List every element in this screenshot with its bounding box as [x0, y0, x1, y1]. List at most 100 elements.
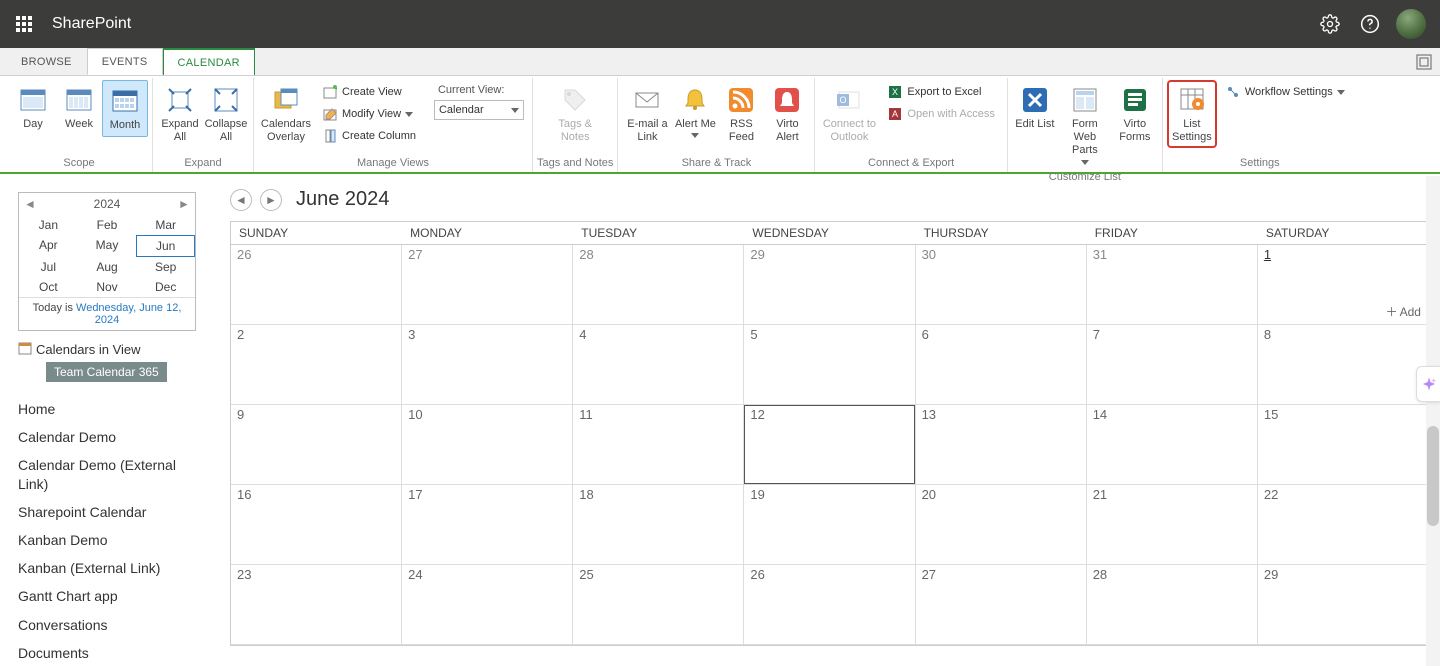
calendar-cell[interactable]: 16	[231, 485, 402, 565]
calendars-overlay-button[interactable]: Calendars Overlay	[258, 80, 314, 148]
virto-alert-button[interactable]: Virto Alert	[764, 80, 810, 148]
create-column-button[interactable]: Create Column	[318, 126, 420, 146]
calendar-cell[interactable]: 7	[1087, 325, 1258, 405]
focus-content-icon[interactable]	[1414, 52, 1434, 72]
ribbon-group-tags-notes: Tags & Notes Tags and Notes	[533, 78, 618, 172]
quick-launch-link[interactable]: Documents	[18, 644, 210, 662]
calendar-cell[interactable]: 19	[744, 485, 915, 565]
calendar-cell[interactable]: 22	[1258, 485, 1429, 565]
user-avatar[interactable]	[1396, 9, 1426, 39]
calendars-in-view-header[interactable]: Calendars in View	[18, 341, 210, 358]
help-icon[interactable]	[1350, 4, 1390, 44]
calendar-cell[interactable]: 2	[231, 325, 402, 405]
calendar-cell[interactable]: 13	[916, 405, 1087, 485]
mini-cal-month[interactable]: Mar	[136, 215, 195, 235]
app-launcher-icon[interactable]	[8, 8, 40, 40]
mini-cal-month[interactable]: Nov	[78, 277, 137, 297]
calendar-overlay-item[interactable]: Team Calendar 365	[46, 362, 167, 382]
calendar-cell[interactable]: 29	[1258, 565, 1429, 645]
vertical-scrollbar[interactable]	[1426, 176, 1440, 666]
create-view-button[interactable]: Create View	[318, 82, 420, 102]
scope-week-button[interactable]: Week	[56, 80, 102, 135]
expand-all-button[interactable]: Expand All	[157, 80, 203, 148]
calendar-cell[interactable]: 15	[1258, 405, 1429, 485]
quick-launch-link[interactable]: Home	[18, 400, 210, 418]
calendar-cell[interactable]: 28	[1087, 565, 1258, 645]
collapse-all-button[interactable]: Collapse All	[203, 80, 249, 148]
rss-feed-button[interactable]: RSS Feed	[718, 80, 764, 148]
mini-cal-month[interactable]: Jun	[136, 235, 195, 257]
add-event-link[interactable]: ＋Add	[1386, 303, 1421, 320]
mini-cal-month[interactable]: Jul	[19, 257, 78, 277]
scrollbar-thumb[interactable]	[1427, 426, 1439, 526]
calendar-cell[interactable]: 21	[1087, 485, 1258, 565]
mini-cal-month[interactable]: Feb	[78, 215, 137, 235]
calendar-cell[interactable]: 20	[916, 485, 1087, 565]
mini-cal-month[interactable]: May	[78, 235, 137, 257]
email-link-button[interactable]: E-mail a Link	[622, 80, 672, 148]
calendar-cell[interactable]: 10	[402, 405, 573, 485]
quick-launch-link[interactable]: Kanban (External Link)	[18, 559, 210, 577]
quick-launch-link[interactable]: Gantt Chart app	[18, 587, 210, 605]
settings-icon[interactable]	[1310, 4, 1350, 44]
tab-calendar[interactable]: CALENDAR	[163, 48, 255, 75]
quick-launch-link[interactable]: Calendar Demo	[18, 428, 210, 446]
tab-browse[interactable]: BROWSE	[6, 48, 87, 75]
ribbon-group-expand: Expand All Collapse All Expand	[153, 78, 254, 172]
alert-me-button[interactable]: Alert Me	[672, 80, 718, 142]
calendar-cell[interactable]: 27	[916, 565, 1087, 645]
quick-launch-link[interactable]: Kanban Demo	[18, 531, 210, 549]
calendar-next-month[interactable]: ►	[260, 189, 282, 211]
form-web-parts-button[interactable]: Form Web Parts	[1058, 80, 1112, 169]
calendar-cell[interactable]: 11	[573, 405, 744, 485]
current-view-select[interactable]: Calendar	[434, 100, 524, 120]
workflow-settings-button[interactable]: Workflow Settings	[1221, 82, 1349, 102]
calendar-cell[interactable]: 12	[744, 405, 915, 485]
calendar-cell[interactable]: 29	[744, 245, 915, 325]
quick-launch-link[interactable]: Sharepoint Calendar	[18, 503, 210, 521]
calendar-cell[interactable]: 4	[573, 325, 744, 405]
mini-cal-month[interactable]: Sep	[136, 257, 195, 277]
copilot-badge[interactable]	[1416, 366, 1440, 402]
calendar-cell[interactable]: 24	[402, 565, 573, 645]
calendar-cell[interactable]: 6	[916, 325, 1087, 405]
ribbon: Day Week Month Scope Expand All Collapse…	[0, 76, 1440, 174]
modify-view-button[interactable]: Modify View	[318, 104, 420, 124]
scope-month-button[interactable]: Month	[102, 80, 148, 137]
calendar-cell[interactable]: 28	[573, 245, 744, 325]
quick-launch-link[interactable]: Conversations	[18, 616, 210, 634]
chevron-down-icon	[1081, 160, 1089, 165]
calendar-cell[interactable]: 9	[231, 405, 402, 485]
mini-cal-month[interactable]: Jan	[19, 215, 78, 235]
calendar-cell[interactable]: 18	[573, 485, 744, 565]
list-settings-button[interactable]: List Settings	[1167, 80, 1217, 148]
mini-cal-next[interactable]: ►	[173, 197, 195, 211]
calendar-cell[interactable]: 26	[744, 565, 915, 645]
mini-calendar: ◄ 2024 ► JanFebMarAprMayJunJulAugSepOctN…	[18, 192, 196, 331]
calendar-cell[interactable]: 30	[916, 245, 1087, 325]
virto-forms-button[interactable]: Virto Forms	[1112, 80, 1158, 148]
mini-cal-prev[interactable]: ◄	[19, 197, 41, 211]
calendar-cell[interactable]: 26	[231, 245, 402, 325]
mini-cal-month[interactable]: Oct	[19, 277, 78, 297]
mini-cal-month[interactable]: Dec	[136, 277, 195, 297]
edit-list-button[interactable]: Edit List	[1012, 80, 1058, 135]
calendar-cell[interactable]: 14	[1087, 405, 1258, 485]
calendar-cell[interactable]: 17	[402, 485, 573, 565]
calendar-cell[interactable]: 31	[1087, 245, 1258, 325]
mini-cal-month[interactable]: Aug	[78, 257, 137, 277]
calendar-cell[interactable]: 5	[744, 325, 915, 405]
calendar-cell[interactable]: 25	[573, 565, 744, 645]
calendar-prev-month[interactable]: ◄	[230, 189, 252, 211]
quick-launch-link[interactable]: Calendar Demo (External Link)	[18, 456, 210, 492]
tab-events[interactable]: EVENTS	[87, 48, 163, 75]
calendar-cell[interactable]: 1＋Add	[1258, 245, 1429, 325]
calendar-cell[interactable]: 27	[402, 245, 573, 325]
mini-cal-month[interactable]: Apr	[19, 235, 78, 257]
form-parts-icon	[1069, 84, 1101, 116]
calendar-cell[interactable]: 23	[231, 565, 402, 645]
export-excel-button[interactable]: XExport to Excel	[883, 82, 998, 102]
scope-day-button[interactable]: Day	[10, 80, 56, 135]
calendar-cell[interactable]: 3	[402, 325, 573, 405]
calendar-cell[interactable]: 8	[1258, 325, 1429, 405]
